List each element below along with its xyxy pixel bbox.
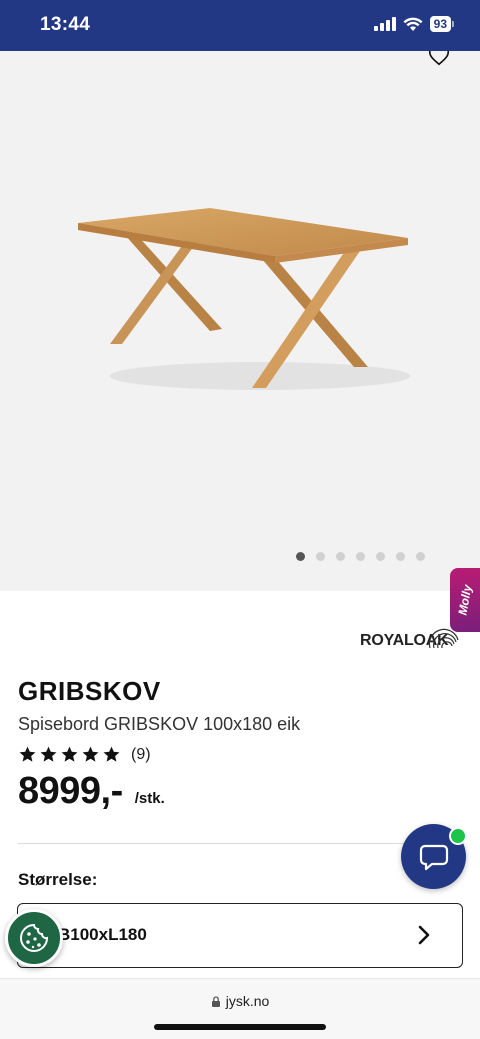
address-bar[interactable]: jysk.no — [0, 993, 480, 1009]
status-time: 13:44 — [40, 14, 91, 35]
gallery-dot[interactable] — [356, 552, 365, 561]
browser-address-bar[interactable]: jysk.no — [0, 978, 480, 1039]
battery-level: 93 — [429, 16, 451, 32]
home-indicator[interactable] — [154, 1024, 326, 1030]
gallery-dot[interactable] — [396, 552, 405, 561]
status-bar: 13:44 93 — [0, 0, 480, 51]
chat-bubble-icon — [419, 844, 449, 871]
status-icons: 93 — [373, 16, 454, 32]
brand-swirl-icon — [428, 628, 459, 649]
gallery-pagination — [296, 552, 425, 561]
heart-icon[interactable] — [428, 51, 450, 67]
lock-icon — [211, 996, 220, 1007]
product-rating[interactable]: (9) — [18, 745, 151, 764]
product-price: 8999,- — [18, 770, 123, 812]
star-icon — [40, 746, 57, 762]
gallery-dot[interactable] — [376, 552, 385, 561]
star-icon — [103, 746, 120, 762]
wifi-icon — [403, 17, 423, 31]
gallery-dot[interactable] — [336, 552, 345, 561]
product-description: Spisebord GRIBSKOV 100x180 eik — [18, 714, 301, 734]
brand-logo: ROYALOAK — [360, 622, 464, 654]
gallery-dot[interactable] — [296, 552, 305, 561]
price-row: 8999,- /stk. — [18, 770, 165, 813]
gallery-dot[interactable] — [416, 552, 425, 561]
product-name: GRIBSKOV — [18, 676, 161, 706]
price-unit: /stk. — [134, 790, 165, 807]
signal-icon — [373, 17, 396, 31]
size-label: Størrelse: — [18, 870, 98, 889]
cookie-icon — [20, 923, 49, 952]
url-text: jysk.no — [225, 993, 270, 1009]
cookie-settings-button[interactable] — [5, 909, 63, 967]
review-count[interactable]: (9) — [131, 746, 151, 764]
product-image — [78, 208, 410, 390]
battery-icon: 93 — [429, 16, 454, 32]
product-image-gallery[interactable] — [0, 51, 480, 591]
star-icon — [61, 746, 78, 762]
divider — [18, 843, 462, 844]
chevron-right-icon — [418, 925, 430, 945]
gallery-dot[interactable] — [316, 552, 325, 561]
size-value: B100xL180 — [58, 925, 147, 944]
online-status-dot — [449, 827, 467, 845]
star-icon — [82, 746, 99, 762]
star-icon — [19, 746, 36, 762]
molly-label: Molly — [455, 583, 475, 617]
size-selector[interactable]: B100xL180 — [17, 903, 463, 968]
